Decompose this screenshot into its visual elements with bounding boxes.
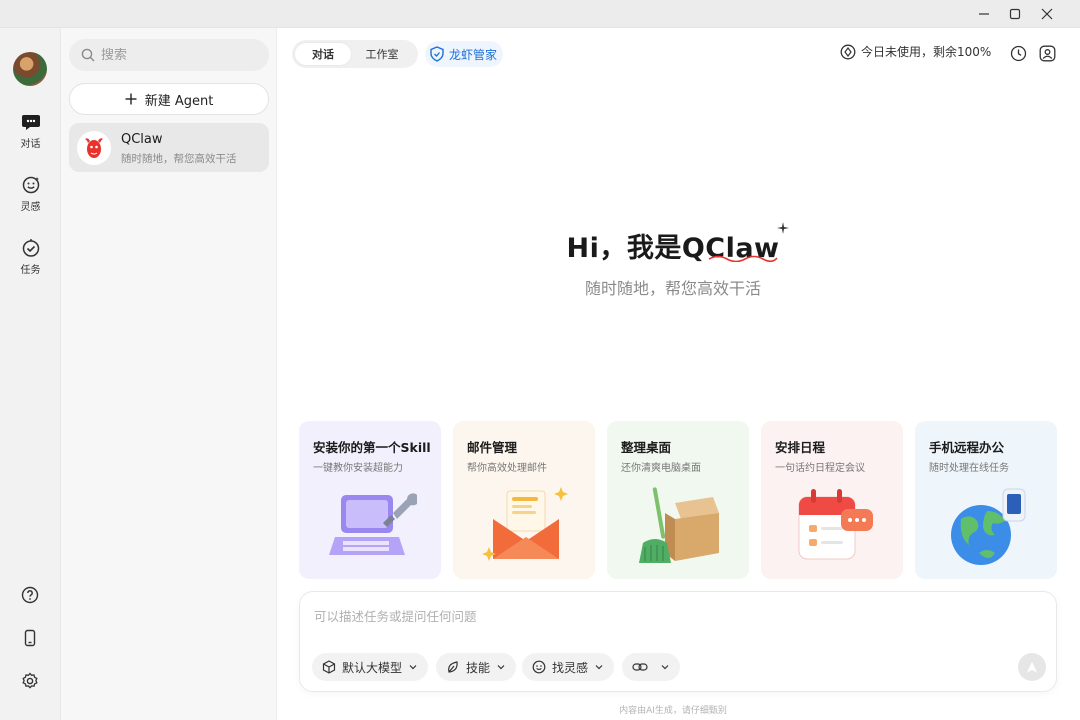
card-title: 邮件管理 [467, 440, 518, 455]
tab-studio[interactable]: 工作室 [351, 43, 413, 65]
sparkle-icon [777, 222, 789, 234]
session-panel: 新建 Agent QClaw 随时随地，帮您高效干活 [61, 28, 277, 720]
chevron-down-icon [661, 665, 669, 670]
card-desc: 一句话约日程定会议 [775, 463, 865, 474]
skills-chip[interactable]: 技能 [436, 653, 517, 681]
smile-sparkle-icon [22, 176, 39, 194]
card-title: 手机远程办公 [929, 440, 1005, 455]
card-title: 安排日程 [775, 440, 826, 455]
mode-tabs: 对话 工作室 [292, 40, 418, 68]
maximize-icon[interactable] [1004, 4, 1026, 24]
check-circle-icon [22, 239, 39, 257]
history-icon[interactable] [1008, 43, 1028, 63]
guard-label: 龙虾管家 [449, 47, 498, 62]
avatar[interactable] [13, 52, 47, 86]
cube-icon [322, 660, 336, 674]
quota-icon [840, 44, 856, 59]
session-name: QClaw [121, 132, 163, 147]
card-desc: 帮你高效处理邮件 [467, 463, 547, 474]
composer: 默认大模型 技能 找灵感 [299, 591, 1057, 692]
profile-icon[interactable] [1037, 43, 1057, 63]
card-desc: 一键教你安装超能力 [313, 463, 403, 474]
close-icon[interactable] [1036, 4, 1058, 24]
guard-button[interactable]: 龙虾管家 [425, 41, 504, 67]
rail-label: 任务 [20, 265, 41, 276]
model-select-chip[interactable]: 默认大模型 [312, 653, 429, 681]
card-remote-office[interactable]: 手机远程办公 随时处理在线任务 [915, 421, 1057, 579]
globe-phone-icon [951, 488, 1026, 565]
hero-subtitle: 随时随地，帮您高效干活 [584, 279, 761, 298]
rail-label: 灵感 [20, 202, 41, 213]
settings-icon[interactable] [18, 669, 42, 693]
leaf-icon [448, 661, 458, 673]
chevron-down-icon [409, 665, 417, 670]
window-titlebar [0, 0, 1080, 28]
new-agent-button[interactable]: 新建 Agent [69, 83, 269, 115]
smile-icon [532, 660, 546, 674]
laptop-wrench-icon [329, 493, 417, 555]
card-desc: 还你清爽电脑桌面 [621, 463, 701, 474]
chip-label: 默认大模型 [342, 660, 403, 675]
new-agent-label: 新建 Agent [144, 93, 214, 109]
main-area: 对话 工作室 龙虾管家 今日未使用，剩余100% Hi，我是QClaw 随时随地… [277, 28, 1080, 720]
rail-item-tasks[interactable]: 任务 [0, 238, 61, 284]
underline-wave-icon [708, 255, 778, 262]
prompt-input[interactable] [314, 606, 1034, 636]
usage-text: 今日未使用，剩余100% [861, 45, 992, 59]
card-mail[interactable]: 邮件管理 帮你高效处理邮件 [453, 421, 595, 579]
link-icon [632, 663, 648, 671]
card-desktop[interactable]: 整理桌面 还你清爽电脑桌面 [607, 421, 749, 579]
card-schedule[interactable]: 安排日程 一句话约日程定会议 [761, 421, 903, 579]
rail-label: 对话 [20, 139, 41, 150]
chip-label: 找灵感 [552, 660, 589, 675]
minimize-icon[interactable] [973, 4, 995, 24]
phone-icon[interactable] [18, 626, 42, 650]
calendar-chat-icon [798, 489, 873, 560]
card-desc: 随时处理在线任务 [929, 463, 1009, 474]
chevron-down-icon [595, 665, 603, 670]
plus-icon [125, 93, 137, 105]
broom-box-icon [639, 487, 719, 563]
search-input[interactable] [101, 47, 251, 63]
rail-item-chat[interactable]: 对话 [0, 112, 61, 158]
suggestion-cards: 安装你的第一个Skill 一键教你安装超能力 邮件管理 帮你高效处理邮件 整理桌… [299, 421, 1059, 579]
hero-title: Hi，我是QClaw [566, 233, 780, 264]
link-chip[interactable] [622, 653, 680, 681]
tab-chat[interactable]: 对话 [295, 43, 351, 65]
card-title: 安装你的第一个Skill [313, 440, 431, 455]
envelope-icon [482, 487, 568, 561]
chip-label: 技能 [466, 660, 491, 675]
card-title: 整理桌面 [621, 440, 672, 455]
session-item-qclaw[interactable]: QClaw 随时随地，帮您高效干活 [69, 123, 269, 172]
ai-disclaimer: 内容由AI生成，请仔细甄别 [619, 706, 727, 716]
shield-icon [430, 46, 444, 62]
qclaw-logo-icon [77, 131, 111, 165]
send-button[interactable] [1018, 653, 1046, 681]
session-desc: 随时随地，帮您高效干活 [121, 153, 237, 165]
send-arrow-icon [1027, 661, 1037, 673]
chat-bubble-icon [21, 115, 40, 130]
help-icon[interactable] [18, 583, 42, 607]
card-install-skill[interactable]: 安装你的第一个Skill 一键教你安装超能力 [299, 421, 441, 579]
inspiration-chip[interactable]: 找灵感 [522, 653, 615, 681]
rail-item-inspiration[interactable]: 灵感 [0, 175, 61, 221]
search-icon [81, 48, 95, 62]
chevron-down-icon [497, 665, 505, 670]
nav-rail: 对话 灵感 任务 [0, 28, 61, 720]
usage-status[interactable]: 今日未使用，剩余100% [840, 43, 991, 60]
search-box[interactable] [69, 39, 269, 71]
